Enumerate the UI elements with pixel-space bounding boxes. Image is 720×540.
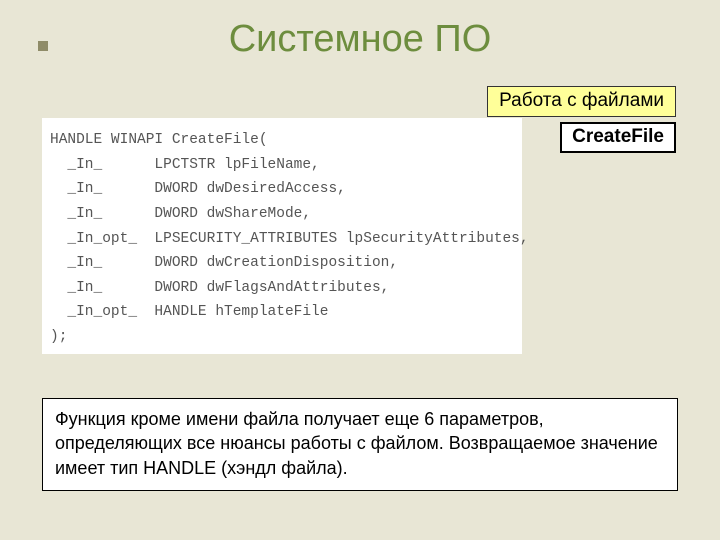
description-box: Функция кроме имени файла получает еще 6… (42, 398, 678, 491)
subtitle-badge: Работа с файлами (487, 86, 676, 117)
function-name-badge: CreateFile (560, 122, 676, 153)
slide: Системное ПО Работа с файлами CreateFile… (0, 0, 720, 540)
slide-title: Системное ПО (0, 18, 720, 61)
code-block: HANDLE WINAPI CreateFile( _In_ LPCTSTR l… (42, 118, 522, 354)
